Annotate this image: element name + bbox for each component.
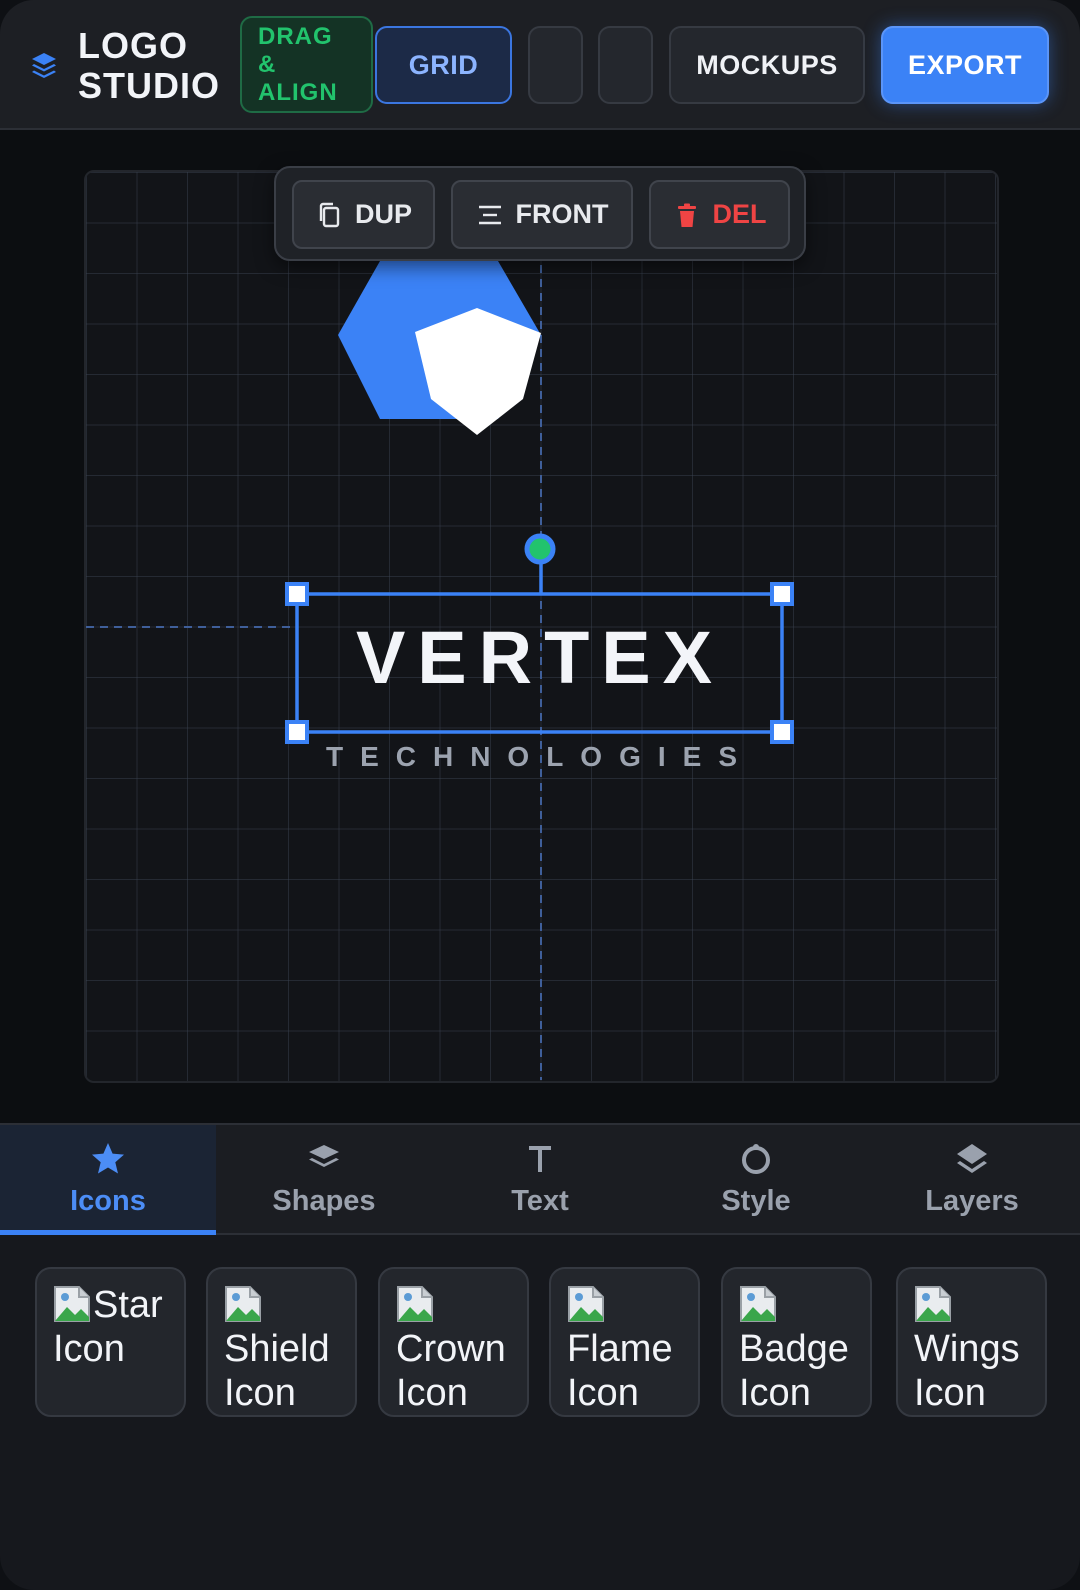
mockups-button[interactable]: MOCKUPS xyxy=(669,26,865,104)
trash-icon xyxy=(677,203,696,227)
drag-align-toggle[interactable]: DRAG & ALIGN xyxy=(240,16,373,113)
icon-tile-shield[interactable]: Shield Icon xyxy=(206,1267,357,1417)
app-brand: LOGO STUDIO xyxy=(78,26,220,106)
icon-tile-label: Shield Icon xyxy=(224,1328,330,1414)
icon-tile-flame[interactable]: Flame Icon xyxy=(549,1267,700,1417)
drag-label-2: & xyxy=(258,50,277,78)
tab-icons-label: Icons xyxy=(70,1184,146,1217)
tab-layers[interactable]: Layers xyxy=(864,1125,1080,1233)
grid-toggle-button[interactable]: GRID xyxy=(375,26,512,104)
tab-style[interactable]: Style xyxy=(648,1125,864,1233)
broken-image-icon xyxy=(54,1286,90,1322)
canvas-area: VERTEX TECHNOLOGIES DUP FRONT DEL xyxy=(0,130,1080,1123)
broken-image-icon xyxy=(740,1286,776,1322)
delete-label: DEL xyxy=(712,199,767,229)
icon-tile-label: Crown Icon xyxy=(396,1328,506,1414)
resize-handle-top-right[interactable] xyxy=(770,582,794,606)
icon-tile-wings[interactable]: Wings Icon xyxy=(896,1267,1047,1417)
blank-toolbar-button-1[interactable] xyxy=(528,26,583,104)
drag-label-3: ALIGN xyxy=(258,78,338,106)
icon-tile-crown[interactable]: Crown Icon xyxy=(378,1267,529,1417)
icon-tile-badge[interactable]: Badge Icon xyxy=(721,1267,872,1417)
blank-toolbar-button-2[interactable] xyxy=(598,26,653,104)
bring-to-front-button[interactable]: FRONT xyxy=(451,180,633,249)
logo-title-text[interactable]: VERTEX xyxy=(300,618,780,698)
top-bar: LOGO STUDIO DRAG & ALIGN GRID MOCKUPS EX… xyxy=(0,0,1080,130)
icon-tile-star[interactable]: Star Icon xyxy=(35,1267,186,1417)
resize-handle-bottom-right[interactable] xyxy=(770,720,794,744)
panel-tabs: Icons Shapes Text Style Layers xyxy=(0,1123,1080,1235)
duplicate-label: DUP xyxy=(354,199,412,229)
tab-shapes-label: Shapes xyxy=(272,1184,376,1217)
broken-image-icon xyxy=(568,1286,604,1322)
delete-button[interactable]: DEL xyxy=(649,180,790,249)
logo-subtitle-text[interactable]: TECHNOLOGIES xyxy=(280,741,800,773)
broken-image-icon xyxy=(225,1286,261,1322)
floating-toolbar: DUP FRONT DEL xyxy=(274,166,806,261)
brand-line-1: LOGO xyxy=(78,25,188,66)
broken-image-icon xyxy=(397,1286,433,1322)
text-t-icon xyxy=(529,1145,551,1172)
stack-logo-icon xyxy=(32,53,56,78)
rotate-handle[interactable] xyxy=(524,533,556,565)
copy-icon xyxy=(319,202,340,227)
palette-ring-icon xyxy=(742,1143,770,1174)
resize-handle-bottom-left[interactable] xyxy=(285,720,309,744)
icon-tile-label: Flame Icon xyxy=(567,1328,673,1414)
tab-layers-label: Layers xyxy=(925,1184,1019,1217)
tab-shapes[interactable]: Shapes xyxy=(216,1125,432,1233)
stack-icon xyxy=(309,1144,339,1167)
align-lines-icon xyxy=(478,205,501,224)
front-label: FRONT xyxy=(515,199,609,229)
tab-icons[interactable]: Icons xyxy=(0,1125,216,1235)
layers-icon xyxy=(957,1143,987,1173)
duplicate-button[interactable]: DUP xyxy=(292,180,435,249)
icon-grid: Star Icon Shield Icon Crown Icon Flame I… xyxy=(35,1267,1050,1419)
broken-image-icon xyxy=(915,1286,951,1322)
export-button[interactable]: EXPORT xyxy=(881,26,1049,104)
icon-tile-label: Badge Icon xyxy=(739,1328,849,1414)
tab-text-label: Text xyxy=(511,1184,569,1217)
tab-text[interactable]: Text xyxy=(432,1125,648,1233)
tab-style-label: Style xyxy=(721,1184,791,1217)
resize-handle-top-left[interactable] xyxy=(285,582,309,606)
star-icon xyxy=(92,1142,124,1173)
logo-studio-app: LOGO STUDIO DRAG & ALIGN GRID MOCKUPS EX… xyxy=(0,0,1080,1590)
drag-label-1: DRAG xyxy=(258,22,333,50)
icon-tile-label: Wings Icon xyxy=(914,1328,1020,1414)
brand-line-2: STUDIO xyxy=(78,65,221,106)
